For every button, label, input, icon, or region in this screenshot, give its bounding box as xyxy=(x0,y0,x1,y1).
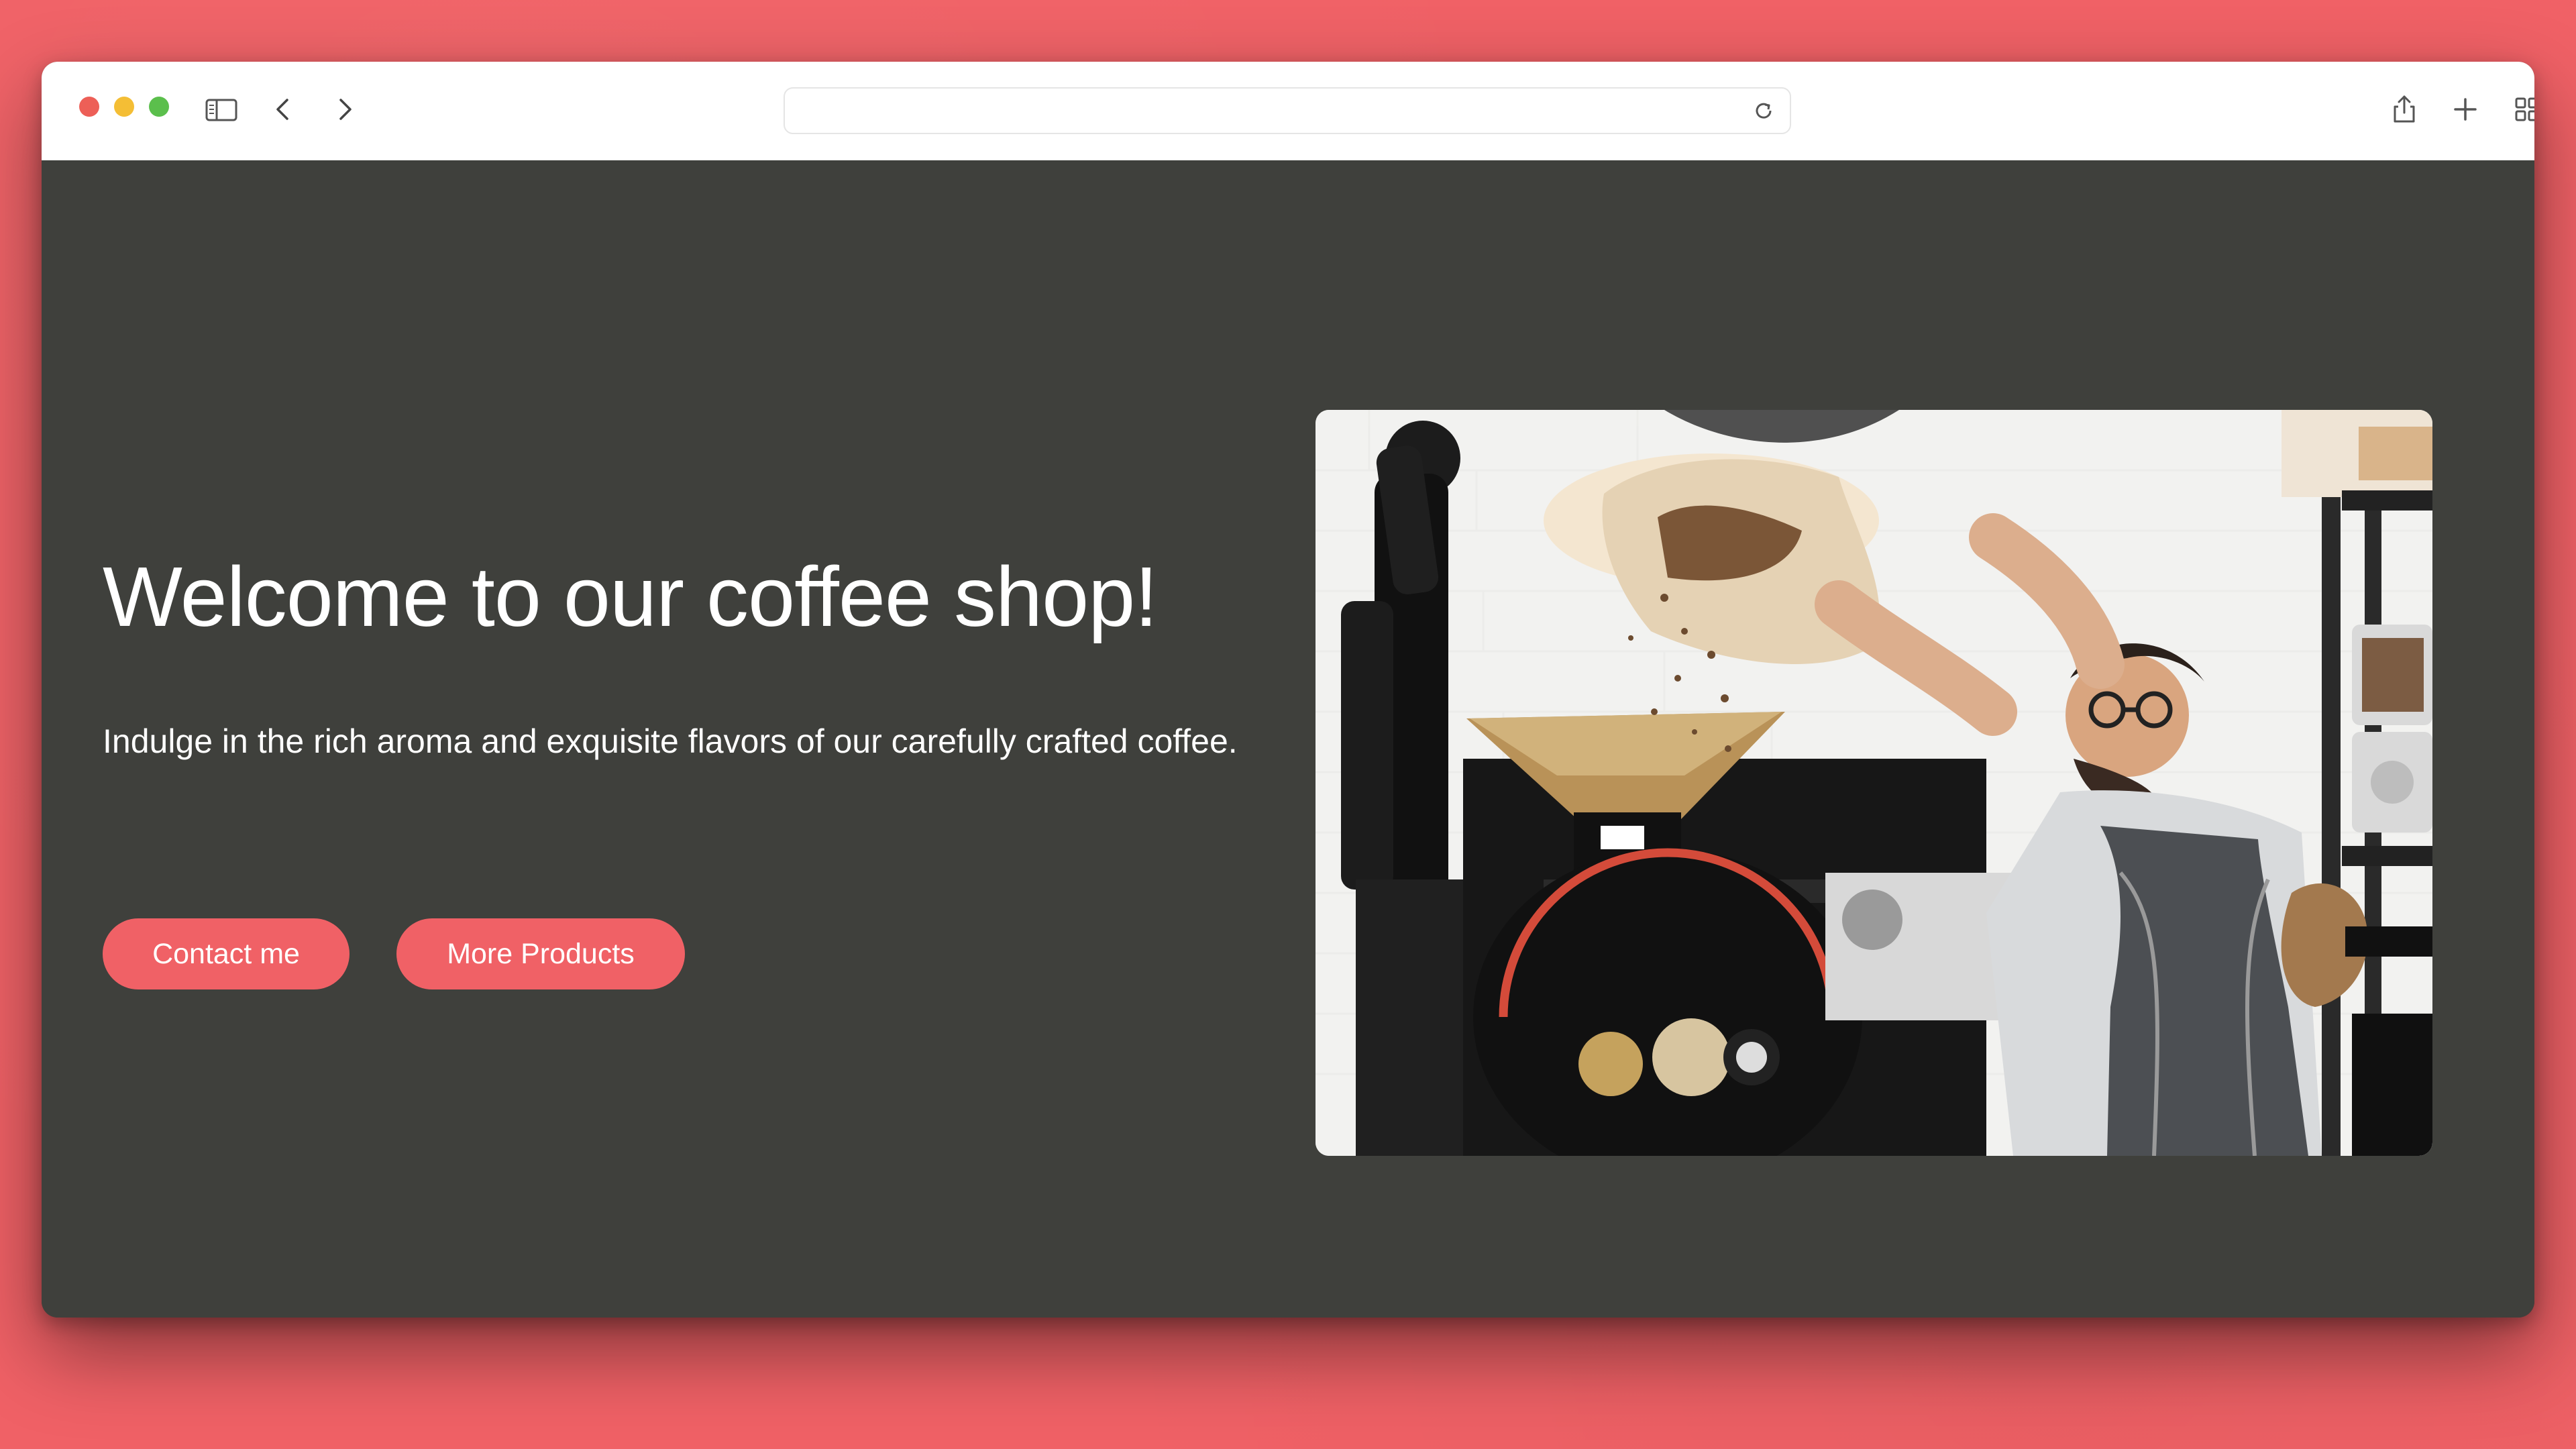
share-button[interactable] xyxy=(2385,91,2423,128)
contact-button[interactable]: Contact me xyxy=(103,918,350,989)
new-tab-icon xyxy=(2454,98,2477,121)
browser-window: Welcome to our coffee shop! Indulge in t… xyxy=(42,62,2534,1318)
coffee-roaster-illustration xyxy=(1316,410,2432,1156)
sidebar-toggle-button[interactable] xyxy=(203,91,240,128)
tabs-overview-button[interactable] xyxy=(2508,91,2534,128)
reload-icon xyxy=(1756,103,1772,119)
more-products-button[interactable]: More Products xyxy=(396,918,685,989)
close-window-button[interactable] xyxy=(79,97,99,117)
forward-button[interactable] xyxy=(326,91,364,128)
page-content: Welcome to our coffee shop! Indulge in t… xyxy=(42,160,2534,1318)
sidebar-toggle-icon xyxy=(205,99,237,121)
address-bar[interactable] xyxy=(784,87,1791,134)
back-button[interactable] xyxy=(264,91,302,128)
forward-arrow-icon xyxy=(339,99,352,120)
tabs-overview-icon xyxy=(2515,97,2534,121)
zoom-window-button[interactable] xyxy=(149,97,169,117)
hero-title: Welcome to our coffee shop! xyxy=(103,549,1158,644)
share-icon xyxy=(2394,95,2415,123)
new-tab-button[interactable] xyxy=(2447,91,2484,128)
reload-button[interactable] xyxy=(1750,97,1778,125)
minimize-window-button[interactable] xyxy=(114,97,134,117)
back-arrow-icon xyxy=(276,99,288,120)
hero-subtitle: Indulge in the rich aroma and exquisite … xyxy=(103,722,1238,760)
browser-toolbar xyxy=(42,62,2534,161)
coffee-roaster-image xyxy=(1316,410,2432,1156)
